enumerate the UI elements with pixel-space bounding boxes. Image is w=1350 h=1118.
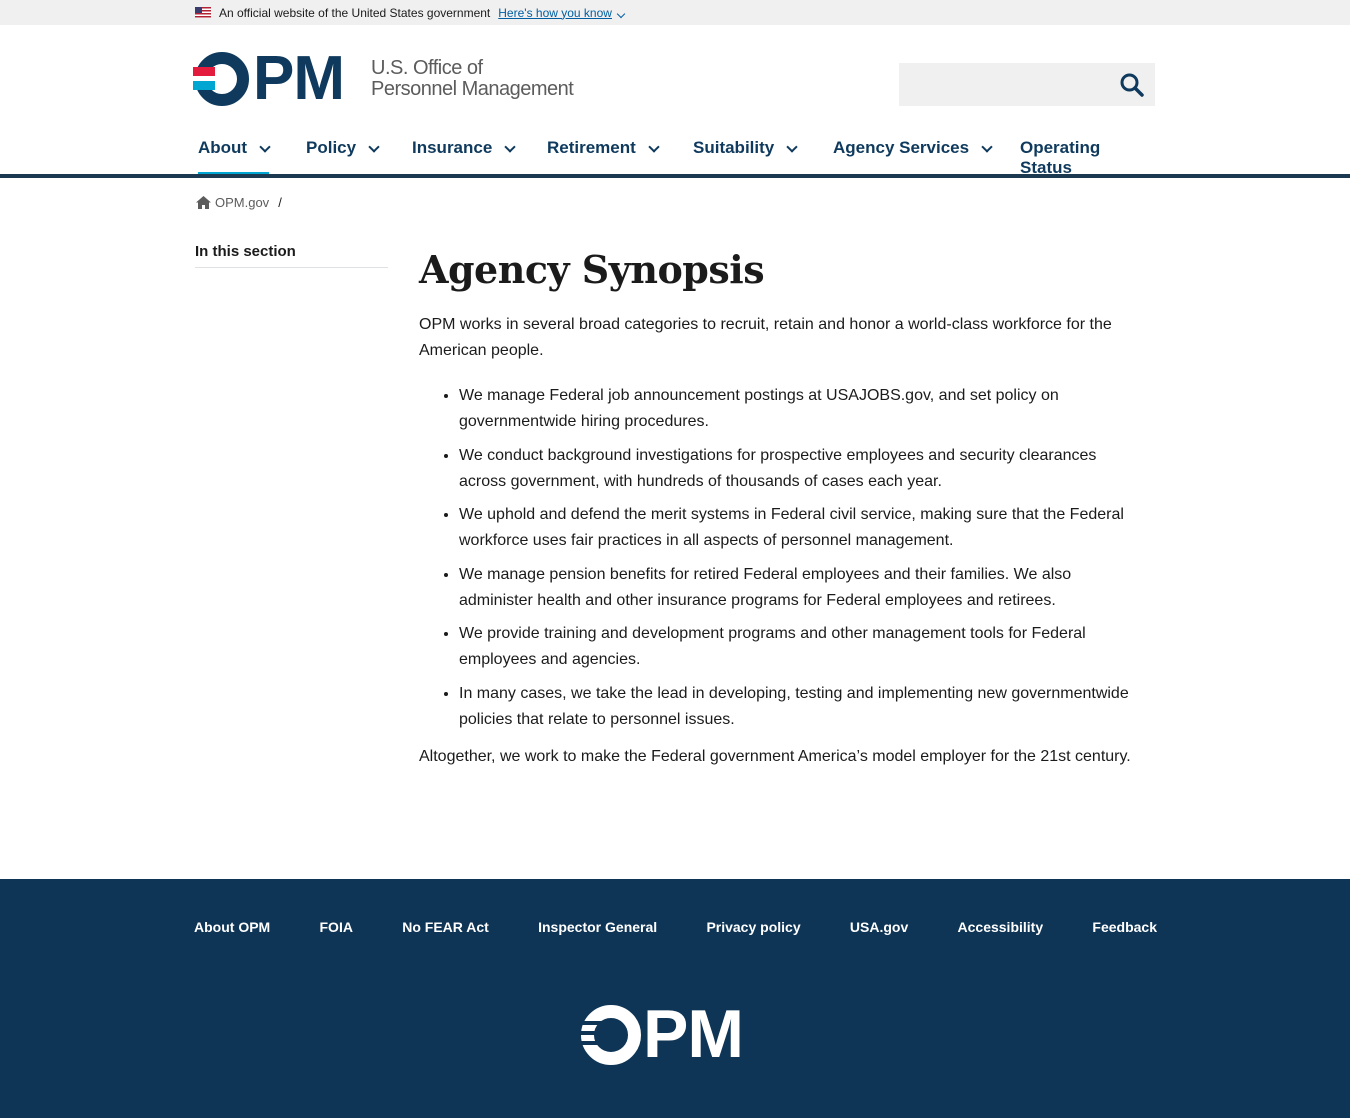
nav-item-operating-status[interactable]: Operating Status <box>1020 138 1155 177</box>
breadcrumb-separator: / <box>278 195 282 210</box>
how-you-know-link[interactable]: Here's how you know <box>498 5 626 20</box>
gov-banner-text: An official website of the United States… <box>219 5 491 20</box>
footer-links: About OPM FOIA No FEAR Act Inspector Gen… <box>194 919 1157 935</box>
logo-wordmark: U.S. Office of Personnel Management <box>371 57 574 100</box>
chevron-down-icon <box>368 141 380 153</box>
logo-red-bar <box>193 67 215 76</box>
home-icon <box>196 196 211 209</box>
opm-logo-mark: PM <box>193 46 365 112</box>
logo-line1: U.S. Office of <box>371 57 483 79</box>
logo-line2: Personnel Management <box>371 78 574 100</box>
nav-label: Policy <box>306 138 357 157</box>
sidenav-title: In this section <box>195 243 388 268</box>
search-button[interactable] <box>1109 63 1155 106</box>
intro-paragraph: OPM works in several broad categories to… <box>419 316 1112 359</box>
us-flag-icon <box>195 7 211 18</box>
nav-label: Operating Status <box>1020 138 1101 177</box>
footer-logo-letters: PM <box>643 996 744 1072</box>
footer-link-feedback[interactable]: Feedback <box>1092 919 1157 935</box>
main-nav: About Policy Insurance Retirement Suitab… <box>195 138 1155 177</box>
section-sidenav: In this section <box>195 243 388 268</box>
breadcrumb: OPM.gov / <box>196 195 282 210</box>
page-title: Agency Synopsis <box>419 247 765 292</box>
footer-logo-stripe <box>579 1031 603 1035</box>
nav-label: Retirement <box>547 138 636 157</box>
nav-item-suitability[interactable]: Suitability <box>693 138 798 176</box>
opm-logo[interactable]: PM U.S. Office of Personnel Management <box>193 46 574 112</box>
footer-link-no-fear-act[interactable]: No FEAR Act <box>402 919 489 935</box>
nav-item-about[interactable]: About <box>198 138 271 176</box>
breadcrumb-home-link[interactable]: OPM.gov <box>215 195 269 210</box>
nav-item-agency-services[interactable]: Agency Services <box>833 138 993 176</box>
how-you-know-label: Here's how you know <box>498 5 612 20</box>
search-icon <box>1120 73 1144 97</box>
list-item: We conduct background investigations for… <box>459 443 1139 495</box>
gov-banner: An official website of the United States… <box>0 0 1350 25</box>
nav-label: About <box>198 138 248 157</box>
search-input[interactable] <box>899 63 1109 106</box>
footer-logo-stripe <box>579 1021 603 1025</box>
list-item: We uphold and defend the merit systems i… <box>459 502 1139 554</box>
nav-item-retirement[interactable]: Retirement <box>547 138 660 176</box>
main-content: Agency Synopsis OPM works in several bro… <box>419 248 1139 770</box>
logo-letters: PM <box>253 44 345 113</box>
footer-link-usa-gov[interactable]: USA.gov <box>850 919 908 935</box>
footer-link-about-opm[interactable]: About OPM <box>194 919 270 935</box>
list-item: We manage Federal job announcement posti… <box>459 383 1139 435</box>
nav-label: Agency Services <box>833 138 970 157</box>
footer-link-accessibility[interactable]: Accessibility <box>958 919 1044 935</box>
list-item: We provide training and development prog… <box>459 621 1139 673</box>
search-box <box>899 63 1155 106</box>
chevron-down-icon <box>648 141 660 153</box>
footer-link-privacy-policy[interactable]: Privacy policy <box>706 919 800 935</box>
chevron-down-icon <box>504 141 516 153</box>
footer-opm-logo[interactable]: PM <box>579 997 766 1071</box>
chevron-down-icon <box>259 141 271 153</box>
chevron-down-icon <box>616 9 626 18</box>
site-footer: About OPM FOIA No FEAR Act Inspector Gen… <box>0 879 1350 1118</box>
footer-logo-stripe <box>579 1041 603 1045</box>
footer-logo-o <box>581 1005 641 1065</box>
nav-label: Suitability <box>693 138 775 157</box>
list-item: In many cases, we take the lead in devel… <box>459 681 1139 733</box>
nav-item-insurance[interactable]: Insurance <box>412 138 516 176</box>
closing-paragraph: Altogether, we work to make the Federal … <box>419 747 1131 765</box>
chevron-down-icon <box>981 141 993 153</box>
nav-item-policy[interactable]: Policy <box>306 138 380 176</box>
list-item: We manage pension benefits for retired F… <box>459 562 1139 614</box>
synopsis-list: We manage Federal job announcement posti… <box>419 383 1139 733</box>
nav-label: Insurance <box>412 138 493 157</box>
footer-link-foia[interactable]: FOIA <box>320 919 353 935</box>
footer-link-inspector-general[interactable]: Inspector General <box>538 919 657 935</box>
chevron-down-icon <box>786 141 798 153</box>
logo-blue-bar <box>193 81 215 90</box>
nav-divider <box>0 174 1350 178</box>
